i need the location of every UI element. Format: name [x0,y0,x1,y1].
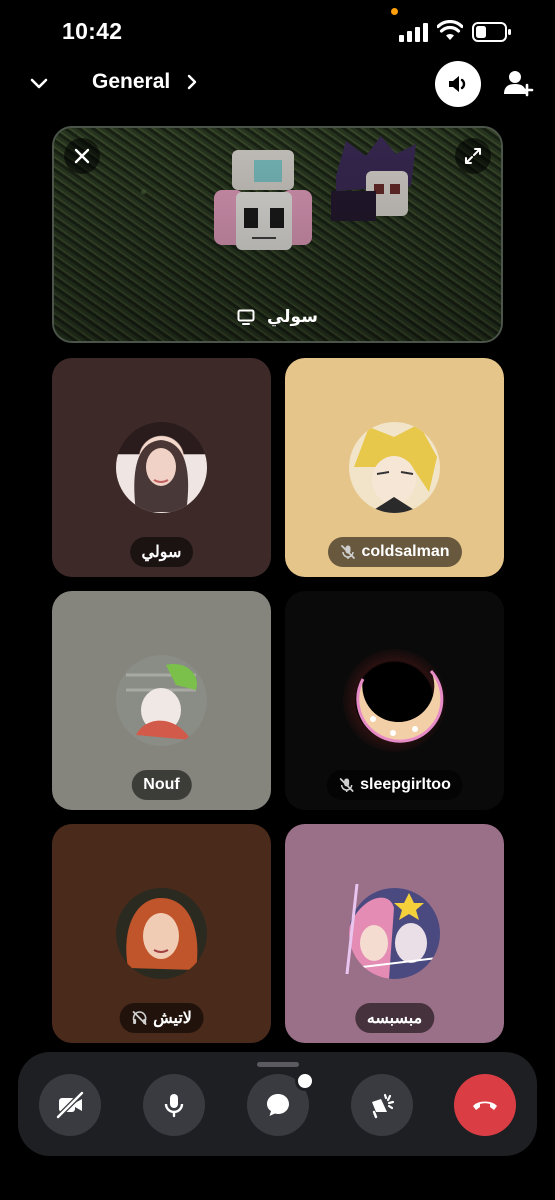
participant-tile[interactable]: sleepgirltoo [285,591,504,810]
avatar [349,422,440,513]
chevron-right-icon[interactable] [186,74,198,90]
close-stream-button[interactable] [64,138,100,174]
avatar [343,649,446,752]
chat-icon [267,1094,289,1116]
camera-off-button[interactable] [39,1074,101,1136]
signal-icon [399,22,429,42]
participant-name-pill: Nouf [131,770,192,800]
participant-name: sleepgirltoo [360,776,451,793]
unread-indicator-dot [295,1071,315,1091]
mic-muted-icon [340,545,355,559]
participant-name-pill: مبسبسه [354,1003,435,1033]
camera-off-icon [56,1091,84,1119]
hang-up-icon [473,1101,497,1110]
soundboard-button[interactable] [351,1074,413,1136]
participant-tile[interactable]: سولي [52,358,271,577]
battery-icon [472,22,511,42]
streamer-name: سولي [266,307,318,327]
participant-name: لاتيش [153,1010,192,1027]
avatar [116,888,207,979]
expand-icon [465,148,481,164]
status-time: 10:42 [62,18,123,44]
microphone-button[interactable] [143,1074,205,1136]
soundboard-icon [372,1093,395,1119]
participant-name: سولي [141,544,182,561]
participant-name-pill: coldsalman [327,537,462,567]
screen-share-icon [237,309,255,325]
sword-decoration [345,884,359,974]
status-bar: 10:42 [0,0,555,66]
close-icon [74,148,90,164]
mic-muted-icon [339,778,354,792]
participant-tile[interactable]: Nouf [52,591,271,810]
microphone-icon [164,1094,184,1118]
channel-title[interactable]: General [92,70,170,94]
speaker-button[interactable] [435,61,481,107]
privacy-indicator-dot [391,8,398,15]
deafened-icon [132,1011,146,1025]
hang-up-button[interactable] [454,1074,516,1136]
call-controls-bar [18,1052,537,1156]
participant-tile[interactable]: مبسبسه [285,824,504,1043]
voice-channel-header: General [0,60,555,110]
speaker-icon [449,76,466,92]
stream-label: سولي [54,307,501,327]
participant-name-pill: سولي [129,537,194,567]
participant-name-pill: sleepgirltoo [326,770,463,800]
add-user-icon[interactable] [502,67,534,99]
participant-name: مبسبسه [366,1010,423,1027]
participant-tile[interactable]: coldsalman [285,358,504,577]
participant-name: coldsalman [361,543,450,560]
participant-tile[interactable]: لاتيش [52,824,271,1043]
participant-name-pill: لاتيش [119,1003,204,1033]
screen-share-stream[interactable]: سولي [52,126,503,343]
wifi-icon [437,20,463,40]
expand-stream-button[interactable] [455,138,491,174]
avatar [116,422,207,513]
avatar [116,655,207,746]
chevron-down-icon[interactable] [26,70,52,96]
drag-handle[interactable] [257,1062,299,1067]
participant-name: Nouf [143,776,180,793]
